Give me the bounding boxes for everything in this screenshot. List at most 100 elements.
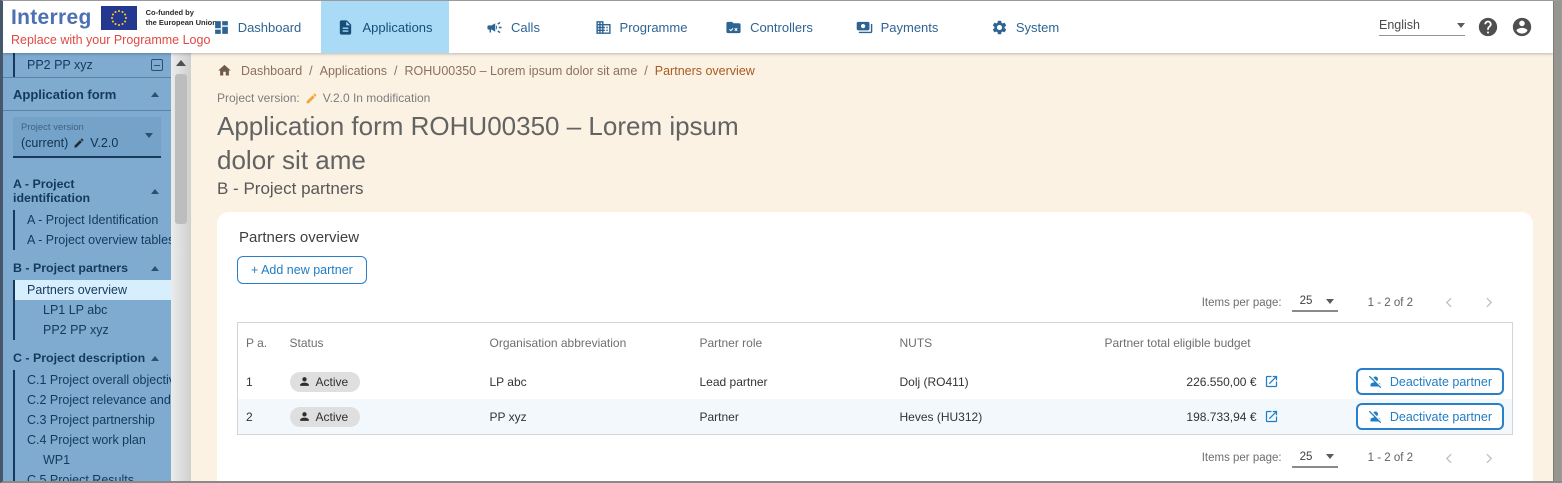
partners-table: P a. Status Organisation abbreviation Pa… xyxy=(237,322,1513,436)
logo-placeholder-note: Replace with your Programme Logo xyxy=(11,33,217,47)
sidebar-item-c4[interactable]: C.4 Project work plan xyxy=(15,430,171,450)
pagination-bottom: Items per page: 25 1 - 2 of 2 xyxy=(237,439,1513,477)
sidebar-section-application-form[interactable]: Application form xyxy=(3,78,171,110)
items-per-page-select[interactable]: 25 xyxy=(1292,293,1338,312)
previous-page-icon[interactable] xyxy=(1439,448,1460,469)
items-per-page-value: 25 xyxy=(1300,451,1313,463)
nav-system[interactable]: System xyxy=(961,1,1089,53)
sidebar-item-c1[interactable]: C.1 Project overall objective xyxy=(15,370,171,390)
application-sidebar: PP2 PP xyz Application form Project vers… xyxy=(3,53,171,481)
page-title: Application form ROHU00350 – Lorem ipsum… xyxy=(217,109,777,178)
deactivate-label: Deactivate partner xyxy=(1390,410,1492,424)
breadcrumb-partners-overview: Partners overview xyxy=(655,64,755,78)
open-budget-icon[interactable] xyxy=(1264,374,1279,389)
main-nav: Dashboard Applications Calls Programme xyxy=(193,1,1089,53)
pencil-icon xyxy=(305,92,318,105)
sidebar-item-partners-overview[interactable]: Partners overview xyxy=(15,280,171,300)
nav-label: Controllers xyxy=(750,20,813,35)
breadcrumb-separator: / xyxy=(394,64,397,78)
items-per-page-select[interactable]: 25 xyxy=(1292,449,1338,468)
add-new-partner-button[interactable]: + Add new partner xyxy=(237,256,367,284)
person-icon xyxy=(298,410,311,423)
chevron-up-icon xyxy=(151,92,159,97)
nav-applications[interactable]: Applications xyxy=(321,1,449,53)
deactivate-partner-button[interactable]: Deactivate partner xyxy=(1356,403,1504,430)
sidebar-group-b-items: Partners overview LP1 LP abc PP2 PP xyz xyxy=(13,280,171,340)
sidebar-item-lp1[interactable]: LP1 LP abc xyxy=(15,300,171,320)
sidebar-scrollbar[interactable] xyxy=(171,53,191,481)
nav-programme[interactable]: Programme xyxy=(577,1,705,53)
partner-number: 2 xyxy=(238,399,282,435)
partner-budget: 198.733,94 € xyxy=(1186,410,1256,424)
chevron-up-icon xyxy=(151,356,159,361)
pencil-icon xyxy=(73,137,85,149)
nav-controllers[interactable]: Controllers xyxy=(705,1,833,53)
partner-number: 1 xyxy=(238,364,282,399)
col-header-status: Status xyxy=(282,322,482,364)
sidebar-item-a-overview-tables[interactable]: A - Project overview tables xyxy=(15,230,171,250)
status-badge: Active xyxy=(290,407,361,427)
sidebar-item-pp2[interactable]: PP2 PP xyz xyxy=(15,320,171,340)
page-scrollbar[interactable] xyxy=(1553,1,1561,483)
section-title: Application form xyxy=(13,87,116,102)
scrollbar-thumb[interactable] xyxy=(175,74,187,224)
calls-icon xyxy=(486,19,503,36)
nav-label: Dashboard xyxy=(238,20,302,35)
status-label: Active xyxy=(316,410,349,424)
sidebar-item-wp1[interactable]: WP1 xyxy=(15,450,171,470)
items-per-page-label: Items per page: xyxy=(1202,452,1282,464)
partner-nuts: Dolj (RO411) xyxy=(892,364,1097,399)
chevron-down-icon xyxy=(1457,23,1465,28)
partner-role: Partner xyxy=(692,399,892,435)
sidebar-group-b[interactable]: B - Project partners xyxy=(3,254,171,280)
sidebar-item-a-identification[interactable]: A - Project Identification xyxy=(15,210,171,230)
partner-nuts: Heves (HU312) xyxy=(892,399,1097,435)
chevron-down-icon xyxy=(145,133,153,138)
table-header-row: P a. Status Organisation abbreviation Pa… xyxy=(238,322,1513,364)
breadcrumb-separator: / xyxy=(644,64,647,78)
sidebar-item-c2[interactable]: C.2 Project relevance and context xyxy=(15,390,171,410)
divider xyxy=(3,110,171,111)
nav-label: Programme xyxy=(620,20,688,35)
card-heading: Partners overview xyxy=(239,229,1513,246)
interreg-wordmark: Interreg xyxy=(11,6,92,30)
scroll-up-arrow-icon[interactable] xyxy=(176,60,186,66)
chevron-down-icon xyxy=(1326,454,1334,459)
next-page-icon[interactable] xyxy=(1478,292,1499,313)
programme-icon xyxy=(595,19,612,36)
home-icon[interactable] xyxy=(217,63,232,78)
header-right: English xyxy=(1379,1,1533,53)
breadcrumb-dashboard[interactable]: Dashboard xyxy=(241,64,302,78)
nav-calls[interactable]: Calls xyxy=(449,1,577,53)
sidebar-item-c3[interactable]: C.3 Project partnership xyxy=(15,410,171,430)
open-budget-icon[interactable] xyxy=(1264,409,1279,424)
items-per-page-value: 25 xyxy=(1300,295,1313,307)
nav-dashboard[interactable]: Dashboard xyxy=(193,1,321,53)
breadcrumb: Dashboard / Applications / ROHU00350 – L… xyxy=(217,63,1533,78)
top-header: Interreg Co-funded by the European Union… xyxy=(3,1,1553,53)
group-title: B - Project partners xyxy=(13,261,128,275)
deactivate-partner-button[interactable]: Deactivate partner xyxy=(1356,368,1504,395)
breadcrumb-project[interactable]: ROHU00350 – Lorem ipsum dolor sit ame xyxy=(405,64,638,78)
version-current: (current) xyxy=(21,136,68,150)
sidebar-group-c[interactable]: C - Project description xyxy=(3,344,171,370)
account-icon[interactable] xyxy=(1511,16,1533,38)
sidebar-item-pp2-scrolled[interactable]: PP2 PP xyz xyxy=(13,53,171,77)
previous-page-icon[interactable] xyxy=(1439,292,1460,313)
sidebar-group-a[interactable]: A - Project identification xyxy=(3,170,171,210)
dashboard-icon xyxy=(213,19,230,36)
app-window: Interreg Co-funded by the European Union… xyxy=(0,0,1562,483)
scrollbar-thumb[interactable] xyxy=(1553,1,1561,483)
breadcrumb-applications[interactable]: Applications xyxy=(320,64,387,78)
nav-payments[interactable]: Payments xyxy=(833,1,961,53)
sidebar-item-c5[interactable]: C.5 Project Results xyxy=(15,470,171,481)
partner-org: LP abc xyxy=(482,364,692,399)
collapse-minus-icon[interactable] xyxy=(151,59,163,71)
table-row: 2 Active PP xyz Partner Heves (HU312) xyxy=(238,399,1513,435)
pagination-top: Items per page: 25 1 - 2 of 2 xyxy=(237,284,1513,322)
project-version-select[interactable]: Project version (current) V.2.0 xyxy=(13,117,161,158)
person-icon xyxy=(298,375,311,388)
language-select[interactable]: English xyxy=(1379,18,1465,36)
next-page-icon[interactable] xyxy=(1478,448,1499,469)
help-icon[interactable] xyxy=(1477,16,1499,38)
